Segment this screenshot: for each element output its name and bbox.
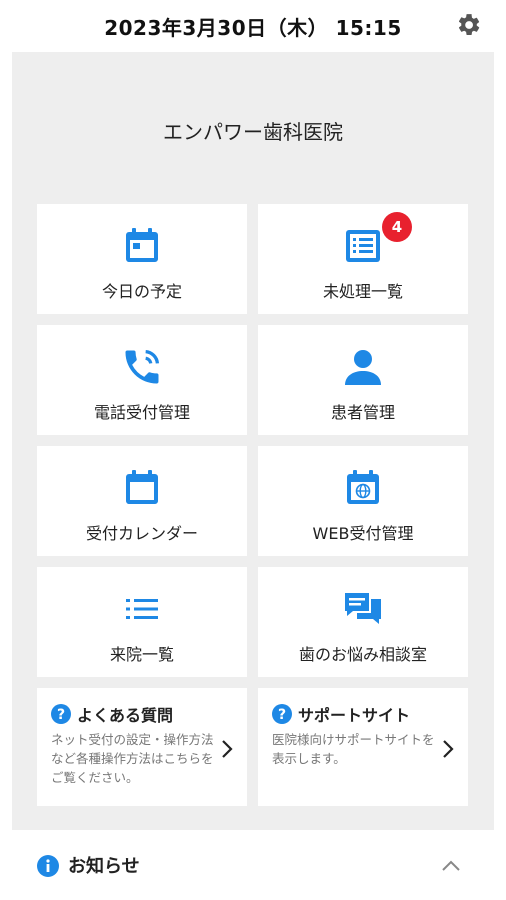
chevron-right-icon [443, 740, 454, 758]
chevron-up-icon[interactable] [440, 857, 462, 873]
menu-reception-calendar[interactable]: 受付カレンダー [37, 446, 247, 556]
menu-unprocessed-list[interactable]: 4 未処理一覧 [258, 204, 468, 314]
calendar-icon [126, 228, 158, 262]
menu-dental-consultation[interactable]: 歯のお悩み相談室 [258, 567, 468, 677]
menu-label: 患者管理 [330, 403, 395, 422]
support-site-description: 医院様向けサポートサイトを表示します。 [272, 732, 435, 766]
chevron-right-icon [222, 740, 233, 758]
menu-phone-reception[interactable]: 電話受付管理 [37, 325, 247, 435]
menu-label: 今日の予定 [101, 282, 182, 301]
unprocessed-count-badge: 4 [382, 212, 412, 242]
faq-title: よくある質問 [77, 706, 174, 725]
menu-web-reception[interactable]: WEB受付管理 [258, 446, 468, 556]
calendar-blank-icon [126, 470, 158, 504]
date-time: 2023年3月30日（木） 15:15 [104, 16, 402, 40]
question-icon: ? [51, 704, 71, 724]
menu-patient-management[interactable]: 患者管理 [258, 325, 468, 435]
menu-label: 来院一覧 [109, 645, 174, 664]
support-site-title: サポートサイト [298, 706, 411, 725]
person-icon [345, 350, 381, 385]
support-site-card[interactable]: ? サポートサイト 医院様向けサポートサイトを表示します。 [258, 688, 468, 806]
faq-card[interactable]: ? よくある質問 ネット受付の設定・操作方法など各種操作方法はこちらをご覧くださ… [37, 688, 247, 806]
menu-label: 未処理一覧 [322, 282, 403, 301]
faq-description: ネット受付の設定・操作方法など各種操作方法はこちらをご覧ください。 [51, 732, 214, 785]
svg-text:?: ? [278, 707, 286, 723]
menu-label: 受付カレンダー [85, 524, 198, 543]
web-calendar-icon [347, 470, 379, 504]
clinic-name: エンパワー歯科医院 [163, 120, 343, 144]
question-icon: ? [272, 704, 292, 724]
phone-icon [125, 349, 160, 384]
menu-label: 電話受付管理 [93, 403, 190, 422]
menu-label: 歯のお悩み相談室 [298, 645, 427, 664]
info-icon [37, 855, 59, 877]
menu-visit-list[interactable]: 来院一覧 [37, 567, 247, 677]
top-bar: 2023年3月30日（木） 15:15 [12, 0, 494, 52]
menu-label: WEB受付管理 [312, 524, 414, 543]
list-icon [346, 230, 380, 262]
svg-text:?: ? [57, 707, 65, 723]
bullet-list-icon [126, 599, 158, 619]
menu-today-schedule[interactable]: 今日の予定 [37, 204, 247, 314]
gear-icon[interactable] [456, 12, 482, 38]
notice-title: お知らせ [68, 856, 140, 877]
notice-section[interactable]: お知らせ [12, 830, 494, 900]
chat-icon [345, 593, 381, 624]
